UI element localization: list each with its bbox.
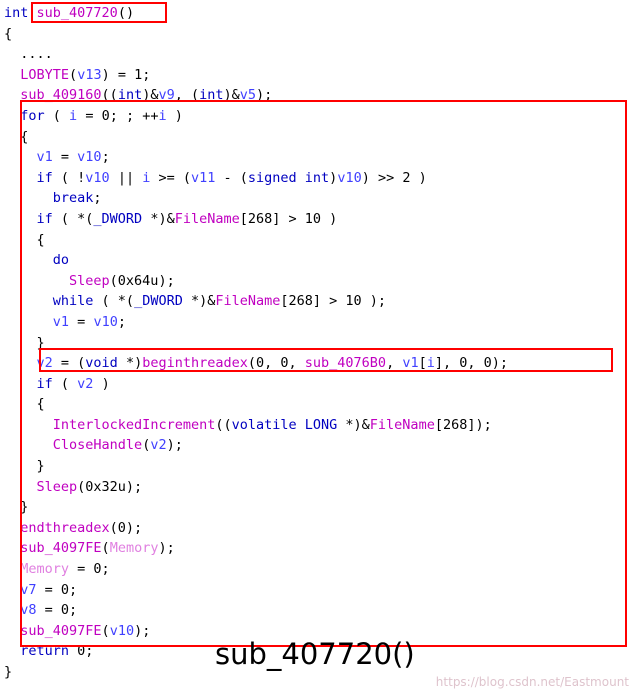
code-line: endthreadex(0);	[20, 519, 143, 536]
code-line: Sleep(0x32u);	[36, 478, 143, 495]
code-line: v8 = 0;	[20, 602, 78, 619]
code-line: }	[4, 334, 45, 351]
code-line: int sub_407720()	[4, 5, 135, 21]
code-line: }	[4, 499, 29, 516]
code-line: {	[4, 396, 45, 413]
code-line: ....	[4, 46, 53, 63]
code-line: }	[4, 458, 45, 475]
code-line: v7 = 0;	[20, 581, 78, 598]
code-line: if ( *(_DWORD *)&FileName[268] > 10 )	[36, 210, 338, 227]
code-line: Sleep(0x64u);	[69, 272, 175, 289]
code-line: Memory = 0;	[4, 561, 110, 578]
code-listing: int sub_407720(){ .... LOBYTE(v13) = 1; …	[0, 0, 633, 691]
code-line: break;	[52, 190, 102, 207]
watermark-text: https://blog.csdn.net/Eastmount	[435, 675, 629, 689]
code-line: {	[4, 25, 13, 42]
code-line: LOBYTE(v13) = 1;	[20, 66, 151, 83]
code-line: sub_4097FE(Memory);	[20, 540, 175, 557]
code-line: v2 = (void *)beginthreadex(0, 0, sub_407…	[36, 355, 509, 372]
code-line: CloseHandle(v2);	[52, 437, 183, 454]
code-line: sub_409160((int)&v9, (int)&v5);	[20, 87, 273, 104]
code-line: if ( !v10 || i >= (v11 - (signed int)v10…	[36, 169, 427, 186]
code-line: while ( *(_DWORD *)&FileName[268] > 10 )…	[52, 293, 387, 310]
code-line: if ( v2 )	[36, 375, 110, 392]
code-line: do	[52, 252, 70, 269]
code-line: InterlockedIncrement((volatile LONG *)&F…	[52, 416, 492, 433]
code-line: {	[4, 231, 45, 248]
code-line: for ( i = 0; ; ++i )	[20, 107, 183, 124]
code-line: v1 = v10;	[52, 313, 126, 330]
code-line: {	[4, 128, 29, 145]
caption-label: sub_407720()	[215, 637, 415, 671]
code-line: v1 = v10;	[36, 149, 110, 166]
